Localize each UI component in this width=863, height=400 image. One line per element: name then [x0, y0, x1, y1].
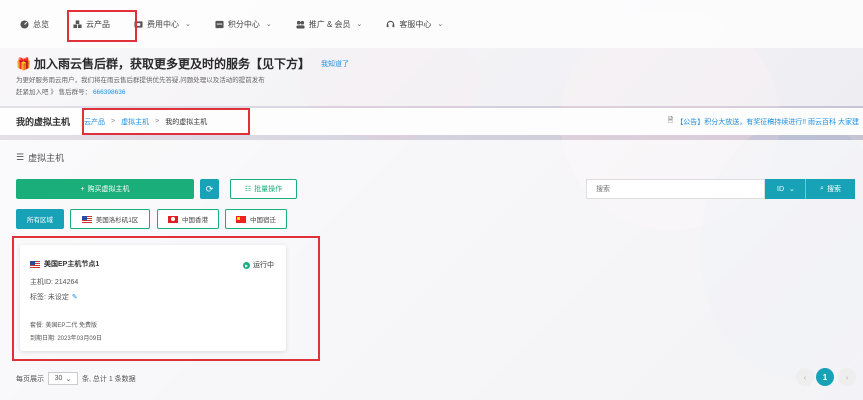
main-panel: ☰ 虚拟主机 + 购买虚拟主机 ⟳ ☷ 批量操作 ID ⌄ ⌕ 搜索 所有区域 … — [0, 140, 863, 400]
pagination-info: 每页展示 30 ⌄ 条, 总计 1 条数据 — [16, 372, 136, 385]
search-field-select[interactable]: ID ⌄ — [765, 179, 805, 199]
top-nav: 总览 云产品 费用中心 ⌄ 积分中心 ⌄ 推广 & 会员 ⌄ 客服中心 ⌄ — [0, 0, 863, 48]
nav-item-overview[interactable]: 总览 — [20, 19, 49, 30]
chevron-down-icon: ⌄ — [65, 375, 72, 383]
search-icon: ⌕ — [820, 185, 824, 192]
announcement-line-prefix: 赶紧加入吧 — [16, 89, 49, 96]
host-name-text: 美国EP主机节点1 — [44, 261, 100, 268]
announcement-title: 🎁 加入雨云售后群，获取更多更及时的服务【见下方】 我知道了 — [16, 55, 847, 72]
batch-label: 批量操作 — [254, 186, 283, 193]
prev-page-button[interactable]: ‹ — [796, 368, 814, 386]
chevron-down-icon: ⌄ — [356, 21, 363, 28]
per-page-prefix: 每页展示 — [16, 375, 44, 383]
nav-label: 积分中心 — [227, 19, 260, 29]
next-page-button[interactable]: › — [838, 368, 856, 386]
announcement-line: 为更好服务雨云用户，我们将在雨云售后群提供优先答疑,问题处理以及活动的提前发布 — [16, 77, 265, 84]
nav-label: 推广 & 会员 — [308, 19, 351, 29]
breadcrumb-bar: 我的虚拟主机 云产品 > 虚拟主机 > 我的虚拟主机 🗎 【公告】积分大放送，有… — [0, 108, 863, 135]
us-flag-icon — [30, 260, 40, 268]
points-icon — [215, 20, 224, 28]
buy-label: 购买虚拟主机 — [87, 186, 130, 193]
per-page-suffix: 条, 总计 1 条数据 — [82, 375, 136, 383]
region-label: 美国洛杉矶1区 — [95, 217, 139, 224]
gift-icon: 🎁 — [16, 56, 31, 71]
announcement-line: 赶紧加入吧 》 售后群号： 666398636 — [16, 87, 847, 99]
breadcrumb-separator: > — [111, 118, 116, 125]
nav-item-support[interactable]: 客服中心 ⌄ — [386, 19, 443, 30]
cn-flag-icon — [236, 215, 246, 223]
chevron-down-icon: ⌄ — [185, 21, 191, 28]
plus-icon: + — [80, 185, 85, 193]
host-tag-text: 标签: 未设定 — [30, 294, 69, 301]
per-page-value: 30 — [54, 375, 63, 382]
chevron-down-icon: ⌄ — [437, 21, 444, 28]
play-icon: ▶ — [243, 261, 250, 269]
qq-group-number[interactable]: 666398636 — [93, 89, 126, 96]
host-expiry: 到期日期: 2023年03月09日 — [30, 336, 103, 342]
breadcrumb-item-virtual-host[interactable]: 虚拟主机 — [121, 117, 149, 127]
breadcrumb-separator: > — [155, 118, 160, 125]
page-title: 我的虚拟主机 — [16, 117, 71, 127]
chevron-down-icon: ⌄ — [789, 186, 795, 193]
host-plan: 套餐: 美国EP二代 免费版 — [30, 323, 98, 329]
breadcrumb-item-current: 我的虚拟主机 — [165, 118, 208, 126]
nav-item-points[interactable]: 积分中心 ⌄ — [215, 19, 272, 30]
breadcrumb: 云产品 > 虚拟主机 > 我的虚拟主机 — [84, 117, 207, 127]
nav-label: 云产品 — [86, 19, 110, 29]
host-tag: 标签: 未设定 ✎ — [30, 292, 78, 302]
search-button[interactable]: ⌕ 搜索 — [805, 179, 855, 199]
nav-item-cloud-product[interactable]: 云产品 — [73, 19, 110, 30]
panel-heading-text: 虚拟主机 — [28, 153, 65, 163]
edit-icon[interactable]: ✎ — [72, 294, 78, 301]
search-field-value: ID — [777, 185, 784, 193]
virtual-host-card[interactable]: 美国EP主机节点1 ▶ 运行中 主机ID: 214264 标签: 未设定 ✎ 套餐… — [20, 245, 286, 351]
announcement-text: 为更好服务雨云用户，我们将在雨云售后群提供优先答疑,问题处理以及活动的提前发布 … — [16, 75, 847, 99]
region-label: 中国香港 — [182, 217, 208, 224]
dismiss-link[interactable]: 我知道了 — [321, 59, 349, 69]
host-id: 主机ID: 214264 — [30, 279, 79, 286]
buy-virtual-host-button[interactable]: + 购买虚拟主机 — [16, 179, 194, 199]
announcement-line-mid: 》 售后群号： — [50, 89, 92, 96]
announcement-icon: 🗎 — [667, 117, 674, 124]
region-tab-all[interactable]: 所有区域 — [16, 209, 64, 229]
list-icon: ☰ — [16, 152, 25, 162]
members-icon — [296, 20, 305, 29]
panel-heading: ☰ 虚拟主机 — [16, 151, 64, 164]
host-name: 美国EP主机节点1 — [30, 259, 99, 269]
breadcrumb-item-cloud-product[interactable]: 云产品 — [84, 117, 105, 127]
chevron-down-icon: ⌄ — [265, 21, 272, 28]
page-button[interactable]: 1 — [816, 368, 834, 386]
notice-ticker[interactable]: 🗎 【公告】积分大放送，有奖征稿持续进行!! 雨云百科 大家建 — [668, 116, 859, 127]
us-flag-icon — [81, 215, 92, 223]
nav-item-members[interactable]: 推广 & 会员 ⌄ — [296, 19, 363, 30]
billing-icon — [134, 20, 143, 28]
nav-label: 客服中心 — [399, 19, 432, 29]
announcement-title-text: 加入雨云售后群，获取更多更及时的服务【见下方】 — [33, 57, 310, 71]
nav-item-billing[interactable]: 费用中心 ⌄ — [134, 19, 191, 30]
dashboard-icon — [20, 19, 29, 29]
cloud-product-icon — [73, 19, 82, 28]
nav-label: 费用中心 — [147, 19, 179, 29]
support-icon — [387, 20, 395, 27]
nav-label: 总览 — [33, 19, 49, 29]
refresh-icon: ⟳ — [205, 183, 214, 194]
search-button-label: 搜索 — [826, 186, 841, 193]
region-label: 所有区域 — [27, 217, 53, 224]
search-input[interactable] — [586, 179, 765, 199]
region-tab-us-la1[interactable]: 美国洛杉矶1区 — [70, 209, 150, 229]
batch-operation-button[interactable]: ☷ 批量操作 — [230, 179, 297, 199]
region-tab-hongkong[interactable]: 中国香港 — [157, 209, 219, 229]
status-badge: ▶ 运行中 — [243, 260, 274, 270]
announcement: 🎁 加入雨云售后群，获取更多更及时的服务【见下方】 我知道了 为更好服务雨云用户… — [0, 48, 863, 106]
status-text: 运行中 — [253, 262, 274, 269]
region-label: 中国宿迁 — [250, 217, 276, 224]
notice-text: 【公告】积分大放送，有奖征稿持续进行!! 雨云百科 大家建 — [676, 118, 859, 126]
refresh-button[interactable]: ⟳ — [200, 179, 219, 199]
region-tab-suqian[interactable]: 中国宿迁 — [225, 209, 287, 229]
per-page-select[interactable]: 30 ⌄ — [48, 372, 78, 385]
list-icon: ☷ — [244, 186, 252, 193]
hk-flag-icon — [168, 215, 178, 223]
